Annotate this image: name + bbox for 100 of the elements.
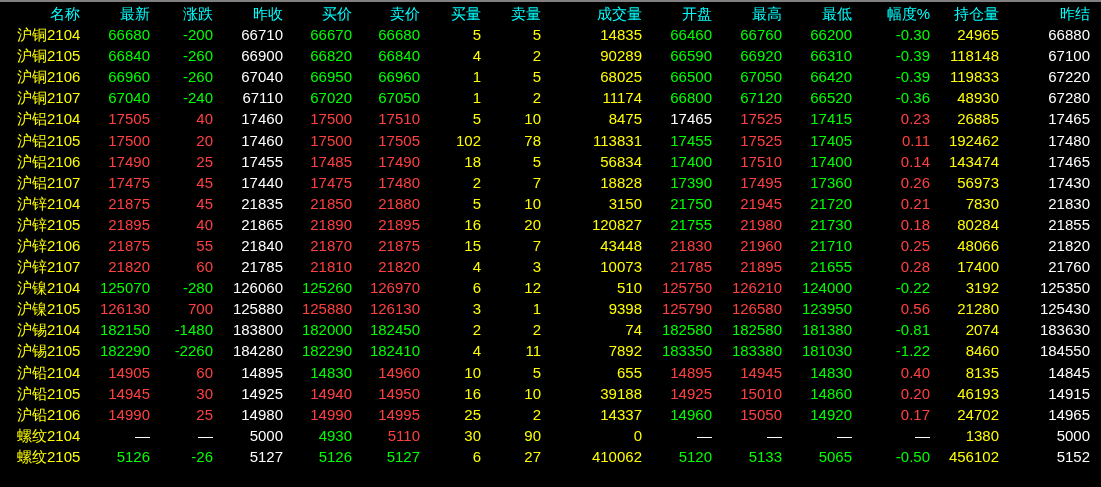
table-cell-text: 5127 xyxy=(385,446,420,467)
table-cell-text: 17475 xyxy=(309,172,352,193)
table-cell-text: 0.25 xyxy=(899,236,930,256)
table-cell-text: 66880 xyxy=(1047,25,1090,46)
table-cell-text: 67040 xyxy=(107,88,150,109)
table-cell-text: 124000 xyxy=(800,278,852,299)
table-cell-text: 43448 xyxy=(599,236,642,256)
table-cell-text: 119833 xyxy=(949,67,999,88)
table-cell-text: 17455 xyxy=(669,130,712,151)
table-cell-text: 143474 xyxy=(947,151,999,172)
table-cell-text: 182290 xyxy=(98,341,150,362)
column-header[interactable]: 幅度% xyxy=(852,2,930,24)
table-cell-text: 181030 xyxy=(800,341,852,362)
table-cell-text: 66680 xyxy=(377,25,420,46)
table-cell-text: 21730 xyxy=(809,214,852,235)
column-header[interactable]: 最低 xyxy=(782,2,852,24)
table-cell-text: 21760 xyxy=(1047,257,1090,278)
table-cell-text: 4 xyxy=(471,341,481,362)
table-cell-text: 18828 xyxy=(599,172,642,193)
table-cell-text: 78 xyxy=(523,130,541,151)
table-cell-text: 5000 xyxy=(248,425,283,446)
table-cell-text: 5110 xyxy=(386,425,420,446)
table-cell-text: 48066 xyxy=(956,236,999,256)
table-cell-text: 126130 xyxy=(98,299,150,320)
contract-name: 螺纹2105 xyxy=(16,446,80,467)
table-cell-text: 192462 xyxy=(947,130,999,151)
table-cell-text: 56973 xyxy=(956,172,999,193)
column-header[interactable]: 昨收 xyxy=(213,2,283,24)
column-header[interactable]: 昨结 xyxy=(999,2,1090,24)
contract-name: 沪铅2104 xyxy=(16,362,80,383)
table-cell-text: 8460 xyxy=(964,341,999,362)
table-cell-text: -260 xyxy=(181,46,213,67)
table-cell-text: 24965 xyxy=(956,25,999,46)
table-cell-text: 182580 xyxy=(660,320,712,341)
table-cell-text: 17495 xyxy=(739,172,782,193)
column-header[interactable]: 最高 xyxy=(712,2,782,24)
table-cell-text: 7 xyxy=(531,236,541,256)
table-cell-text: 14845 xyxy=(1047,362,1090,383)
table-cell-text: 10 xyxy=(523,109,541,130)
table-cell-text: 66900 xyxy=(240,46,283,67)
table-cell-text: 1 xyxy=(471,67,481,88)
column-header[interactable]: 最新 xyxy=(80,2,150,24)
table-cell-text: 15050 xyxy=(739,404,782,425)
table-cell-text: 5 xyxy=(531,151,541,172)
table-cell-text: 17500 xyxy=(309,109,352,130)
table-cell-text: 14895 xyxy=(240,362,283,383)
table-cell-text: 21750 xyxy=(669,193,712,214)
table-cell-text: -0.22 xyxy=(894,278,930,299)
table-cell-text: 25 xyxy=(463,404,481,425)
table-cell-text: 1 xyxy=(471,88,481,109)
table-cell-text: 40 xyxy=(195,214,213,235)
table-cell-text: 181380 xyxy=(800,320,852,341)
table-cell-text: 5152 xyxy=(1055,446,1090,467)
table-cell-text: 14990 xyxy=(309,404,352,425)
table-cell-text: -0.30 xyxy=(894,25,930,46)
table-cell-text: 14905 xyxy=(107,362,150,383)
table-cell-text: -1.22 xyxy=(894,341,930,362)
table-cell-text: 66710 xyxy=(240,25,283,46)
contract-name: 沪锌2105 xyxy=(16,214,80,235)
table-cell-text: 66670 xyxy=(309,25,352,46)
table-cell-text: -0.50 xyxy=(894,446,930,467)
column-header[interactable]: 卖价 xyxy=(352,2,420,24)
table-cell-text: 182450 xyxy=(368,320,420,341)
table-cell-text: 0.18 xyxy=(899,214,930,235)
table-cell-text: 56834 xyxy=(599,151,642,172)
table-cell-text: 66420 xyxy=(809,67,852,88)
table-cell-text: 11174 xyxy=(601,88,642,109)
contract-name: 沪锌2106 xyxy=(16,236,80,256)
table-cell-text: 67110 xyxy=(241,88,283,109)
column-header[interactable]: 开盘 xyxy=(642,2,712,24)
table-cell-text: 66920 xyxy=(739,46,782,67)
table-cell-text: — xyxy=(696,425,712,446)
column-header[interactable]: 成交量 xyxy=(541,2,642,24)
table-cell-text: 7892 xyxy=(607,341,642,362)
column-header[interactable]: 名称 xyxy=(0,2,80,24)
table-cell-text: 17405 xyxy=(809,130,852,151)
table-cell-text: 45 xyxy=(195,172,213,193)
table-cell-text: 66500 xyxy=(669,67,712,88)
table-cell-text: 5 xyxy=(471,193,481,214)
table-cell-text: 8475 xyxy=(607,109,642,130)
column-header[interactable]: 涨跌 xyxy=(150,2,213,24)
table-cell-text: 5065 xyxy=(817,446,852,467)
table-cell-text: -0.39 xyxy=(894,46,930,67)
table-cell-text: 102 xyxy=(454,130,481,151)
table-cell-text: 14830 xyxy=(309,362,352,383)
table-cell-text: 17490 xyxy=(377,151,420,172)
column-header[interactable]: 持仓量 xyxy=(930,2,999,24)
table-cell-text: 410062 xyxy=(590,446,642,467)
table-cell-text: -280 xyxy=(181,278,213,299)
table-cell-text: 6 xyxy=(471,446,481,467)
contract-name: 沪锌2104 xyxy=(16,193,80,214)
column-header[interactable]: 买价 xyxy=(283,2,352,24)
table-cell-text: 66960 xyxy=(107,67,150,88)
table-cell-text: 21830 xyxy=(1047,193,1090,214)
table-cell-text: -0.81 xyxy=(894,320,930,341)
table-cell-text: 67020 xyxy=(309,88,352,109)
column-header[interactable]: 卖量 xyxy=(481,2,541,24)
table-cell-text: 4 xyxy=(471,257,481,278)
table-cell-text: 17510 xyxy=(739,151,782,172)
column-header[interactable]: 买量 xyxy=(420,2,481,24)
